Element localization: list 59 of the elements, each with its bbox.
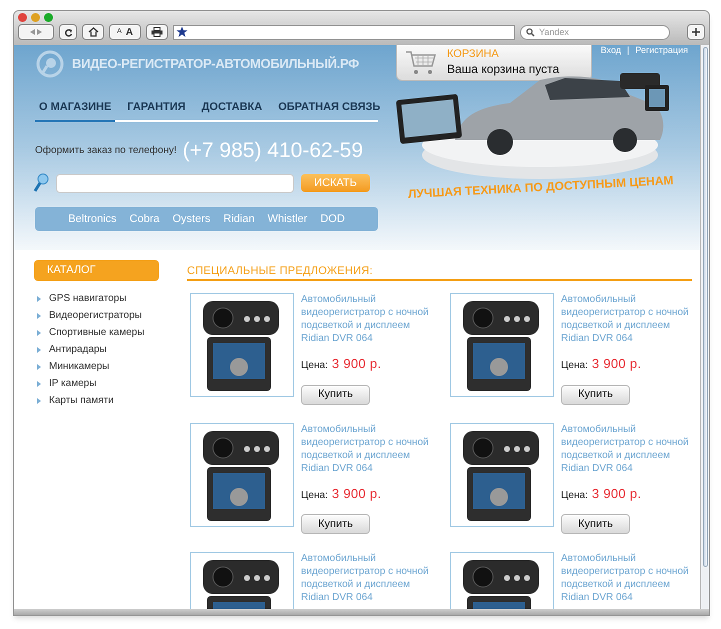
printer-icon xyxy=(151,27,163,37)
nav-tab[interactable]: ОБРАТНАЯ СВЯЗЬ xyxy=(274,98,384,122)
search-field[interactable]: Yandex xyxy=(520,24,670,40)
catalog-link[interactable]: GPS навигаторы xyxy=(49,292,126,305)
arrow-icon xyxy=(37,398,41,404)
phone-label: Оформить заказ по телефону! xyxy=(35,144,177,158)
price: 3 900 р. xyxy=(592,484,642,503)
reload-icon xyxy=(64,28,72,36)
arrow-icon xyxy=(37,364,41,370)
catalog-link[interactable]: Карты памяти xyxy=(49,394,114,407)
bookmark-star-icon[interactable] xyxy=(176,26,188,38)
price: 3 900 р. xyxy=(332,355,382,373)
separator: | xyxy=(627,46,630,55)
search-icon xyxy=(526,28,536,36)
arrow-icon xyxy=(37,380,41,386)
cart-panel[interactable]: КОРЗИНА Ваша корзина пуста xyxy=(396,45,592,81)
catalog-link[interactable]: IP камеры xyxy=(49,377,96,390)
catalog-link[interactable]: Видеорегистраторы xyxy=(49,309,142,322)
logo-icon xyxy=(36,50,64,78)
magnifier-icon xyxy=(33,173,49,193)
shopping-cart-icon xyxy=(405,50,437,76)
price: 3 900 р. xyxy=(332,484,382,503)
back-forward-arrows-icon xyxy=(29,28,43,36)
arrow-icon xyxy=(37,330,41,336)
search-input[interactable] xyxy=(56,174,294,192)
buy-button[interactable]: Купить xyxy=(301,384,370,404)
arrow-icon xyxy=(37,346,41,352)
phone-number: (+7 985) 410-62-59 xyxy=(182,140,364,161)
offers-heading: СПЕЦИАЛЬНЫЕ ПРЕДЛОЖЕНИЯ: xyxy=(187,260,692,281)
print-button[interactable] xyxy=(146,24,168,40)
catalog-link[interactable]: Спортивные камеры xyxy=(49,326,144,339)
home-icon xyxy=(88,27,98,37)
catalog-link[interactable]: Миникамеры xyxy=(49,360,110,373)
new-tab-button[interactable] xyxy=(687,24,705,40)
reload-button[interactable] xyxy=(59,24,77,40)
nav-tab[interactable]: О МАГАЗИНЕ xyxy=(35,98,116,122)
nav-tab[interactable]: ГАРАНТИЯ xyxy=(123,98,190,122)
nav-tab[interactable]: ДОСТАВКА xyxy=(198,98,266,122)
scrollbar[interactable] xyxy=(700,45,709,609)
price-label: Цена: xyxy=(561,488,588,502)
address-field[interactable] xyxy=(173,24,515,40)
buy-button[interactable]: Купить xyxy=(301,514,370,534)
catalog-header: КАТАЛОГ xyxy=(34,260,159,281)
buy-button[interactable]: Купить xyxy=(561,514,630,534)
price-label: Цена: xyxy=(301,359,328,373)
price: 3 900 р. xyxy=(592,355,642,373)
cart-status: Ваша корзина пуста xyxy=(447,62,560,77)
slogan: ЛУЧШАЯ ТЕХНИКА ПО ДОСТУПНЫМ ЦЕНАМ xyxy=(408,172,674,203)
plus-icon xyxy=(692,28,700,36)
home-button[interactable] xyxy=(82,24,104,40)
arrow-icon xyxy=(37,296,41,302)
back-forward-button[interactable] xyxy=(18,24,54,40)
catalog-link[interactable]: Антирадары xyxy=(49,343,107,356)
buy-button[interactable]: Купить xyxy=(561,384,630,404)
site-name: ВИДЕО-РЕГИСТРАТОР-АВТОМОБИЛЬНЫЙ.РФ xyxy=(72,55,359,74)
cart-title: КОРЗИНА xyxy=(447,48,500,62)
arrow-icon xyxy=(37,312,41,318)
price-label: Цена: xyxy=(301,488,328,502)
price-label: Цена: xyxy=(561,359,588,373)
